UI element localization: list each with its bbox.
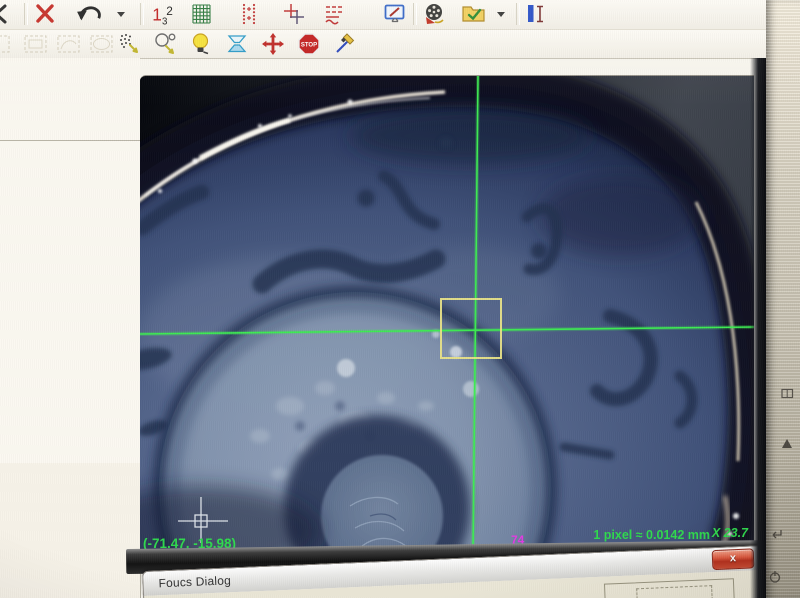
delete-button[interactable]	[30, 1, 60, 27]
red-x-icon	[32, 2, 58, 26]
monitor-menu-button[interactable]	[781, 386, 794, 404]
selection-ghost-1-button[interactable]	[0, 31, 10, 57]
monitor-select-button[interactable]	[781, 436, 793, 454]
coin-specimen-image	[140, 76, 754, 553]
media-button[interactable]	[420, 1, 450, 27]
stop-sign-icon: STOP	[296, 32, 322, 56]
open-folder-button[interactable]	[458, 1, 488, 27]
toolbar-separator	[516, 3, 520, 25]
back-partial-button[interactable]	[0, 1, 18, 27]
text-cursor-icon	[524, 2, 550, 26]
dialog-close-button[interactable]: x	[712, 548, 755, 570]
folder-dropdown-button[interactable]	[492, 1, 508, 27]
film-reel-icon	[422, 2, 448, 26]
close-icon: x	[730, 552, 737, 564]
screen-edit-icon	[382, 2, 408, 26]
text-cursor-button[interactable]	[522, 1, 552, 27]
panel-divider	[0, 140, 140, 141]
stop-button[interactable]: STOP	[294, 31, 324, 57]
undo-arrow-icon	[74, 2, 104, 28]
selection-ghost-2-button[interactable]	[20, 31, 50, 57]
folder-check-icon	[460, 2, 488, 26]
selection-ghost-4-button[interactable]	[86, 31, 116, 57]
grid-button[interactable]	[186, 1, 216, 27]
dot-pattern-icon	[236, 2, 262, 26]
move-cross-icon	[260, 32, 286, 56]
toolbar-separator	[24, 3, 28, 25]
left-sidebar-panel	[0, 58, 141, 598]
grid-icon	[188, 2, 214, 26]
monitor-return-button[interactable]	[770, 528, 783, 546]
dot-pattern-button[interactable]	[234, 1, 264, 27]
svg-text:3: 3	[162, 17, 167, 28]
beam-profile-icon	[224, 32, 250, 56]
dialog-title: Foucs Dialog	[158, 573, 231, 590]
dialog-inner-field	[636, 585, 713, 598]
magnification-readout: X 23.7	[711, 526, 749, 540]
numbering-icon: 1 3 2	[148, 2, 176, 28]
zoom-circles-icon	[152, 32, 180, 56]
selection-ghost-3-button[interactable]	[53, 31, 83, 57]
svg-text:2: 2	[166, 4, 173, 18]
zoom-circles-button[interactable]	[150, 31, 180, 57]
beam-profile-button[interactable]	[222, 31, 252, 57]
undo-dropdown-button[interactable]	[112, 1, 128, 27]
return-icon	[770, 529, 783, 541]
spray-points-icon	[116, 32, 142, 56]
chevron-down-icon	[114, 2, 128, 26]
lightbulb-icon	[188, 32, 214, 56]
light-button[interactable]	[186, 31, 216, 57]
selection-curve-ghost-icon	[55, 32, 83, 56]
toolbar-separator	[140, 3, 144, 25]
pixel-scale-readout: 1 pixel ≈ 0.0142 mm	[593, 528, 710, 542]
screen-photo: 1 3 2	[0, 0, 800, 598]
axis-cross-button[interactable]	[279, 1, 309, 27]
back-partial-icon	[0, 2, 16, 26]
move-button[interactable]	[258, 31, 288, 57]
selection-ellipse-ghost-icon	[88, 32, 116, 56]
power-icon	[768, 570, 782, 584]
monitor-power-button[interactable]	[768, 570, 782, 589]
selection-rect-ghost-icon	[22, 32, 50, 56]
annotation-lines-icon	[322, 2, 348, 26]
screen-edit-button[interactable]	[380, 1, 410, 27]
menu-book-icon	[781, 388, 794, 399]
numbering-button[interactable]: 1 3 2	[146, 1, 176, 27]
draw-line-button[interactable]	[330, 31, 360, 57]
microscope-live-view[interactable]: (-71.47, -15.98) 74 1 pixel ≈ 0.0142 mm …	[140, 75, 754, 553]
svg-text:1: 1	[152, 4, 162, 24]
svg-text:STOP: STOP	[301, 43, 317, 49]
toolbar-separator	[413, 3, 417, 25]
monitor-bezel	[766, 0, 800, 598]
lower-sub-panel	[0, 463, 140, 598]
select-arrow-icon	[781, 438, 793, 449]
spray-points-button[interactable]	[114, 31, 144, 57]
axis-cross-icon	[281, 2, 307, 26]
chevron-down-icon	[494, 2, 508, 26]
selection-ghost-icon	[0, 32, 12, 56]
toolbar-row-1: 1 3 2	[0, 0, 766, 30]
undo-button[interactable]	[72, 1, 102, 27]
annotation-lines-button[interactable]	[320, 1, 350, 27]
draw-line-icon	[332, 32, 358, 56]
toolbar-row-2: STOP	[0, 30, 766, 59]
